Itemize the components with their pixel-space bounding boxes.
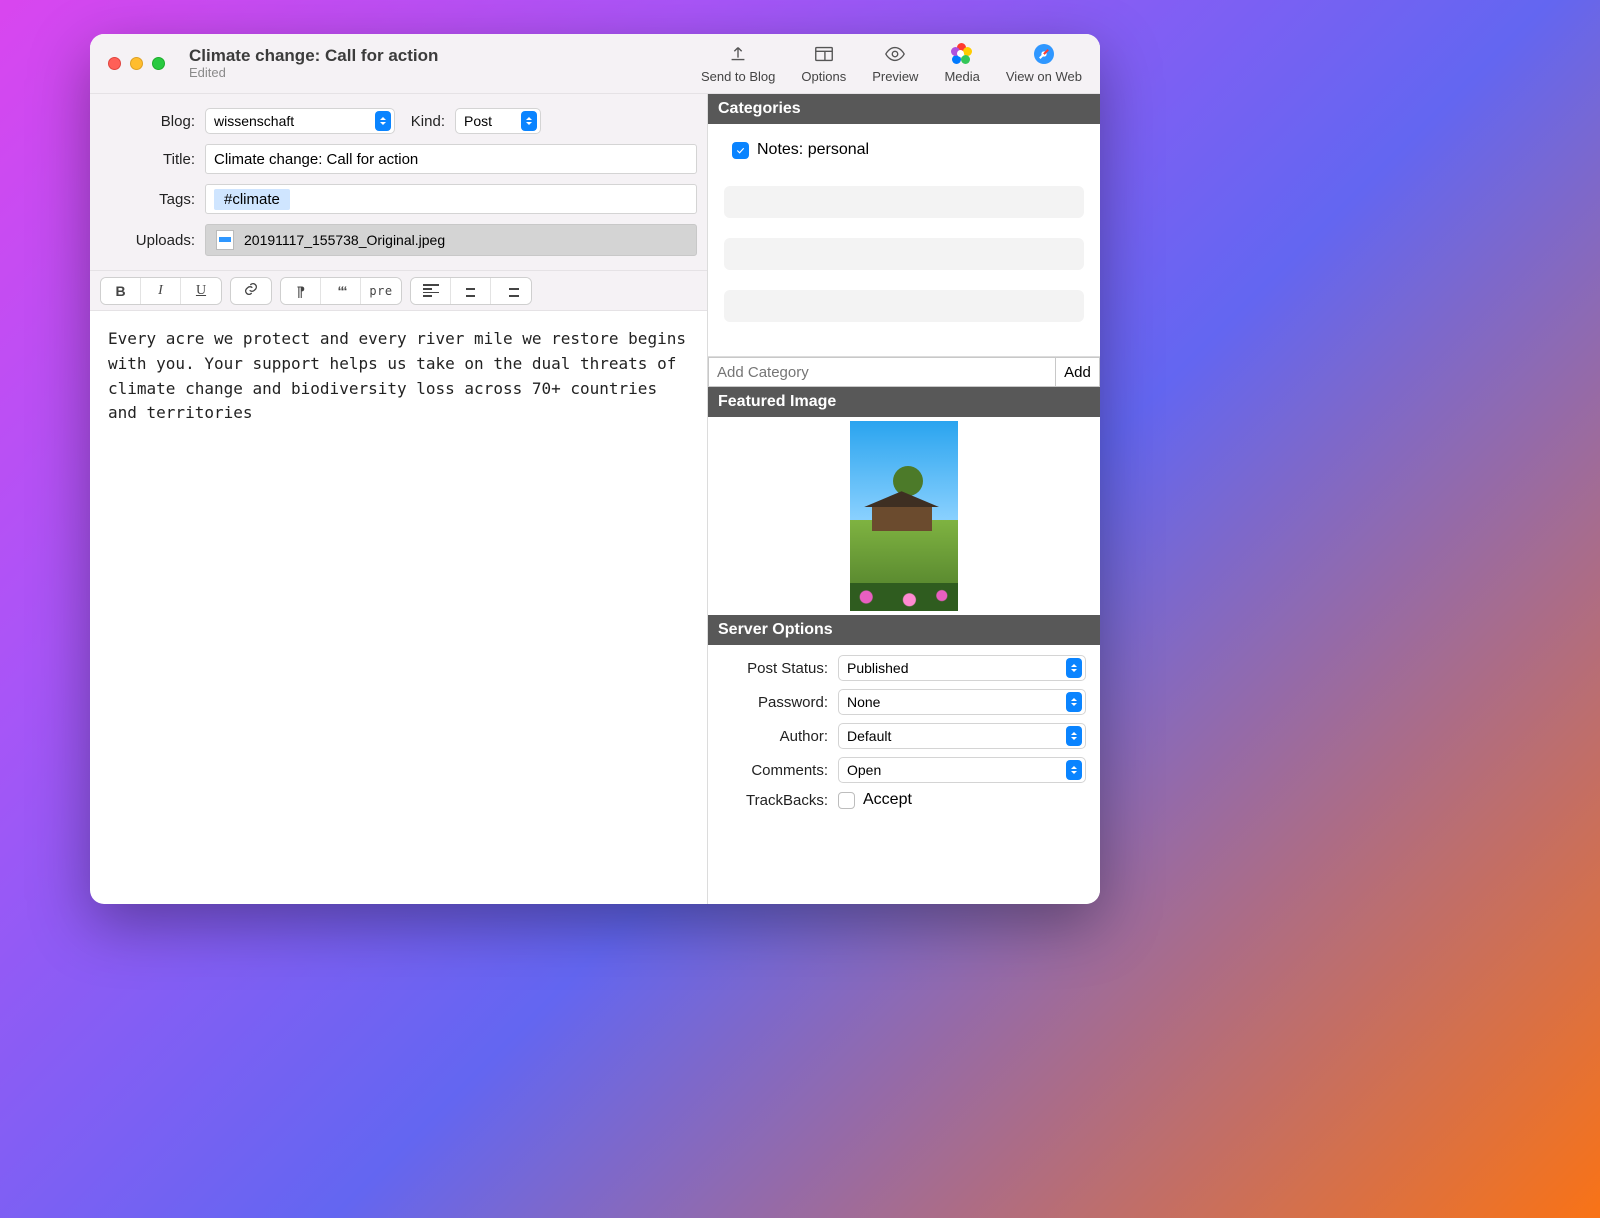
- uploads-label: Uploads:: [100, 232, 205, 249]
- kind-label: Kind:: [395, 113, 455, 130]
- quote-icon: [338, 283, 344, 299]
- author-select[interactable]: Default: [838, 723, 1086, 749]
- bold-button[interactable]: B: [101, 278, 141, 304]
- preview-button[interactable]: Preview: [872, 43, 918, 84]
- titlebar: Climate change: Call for action Edited S…: [90, 34, 1100, 94]
- flower-icon: [951, 43, 973, 65]
- server-options-form: Post Status: Published Password: None Au…: [708, 645, 1100, 823]
- trackbacks-value: Accept: [863, 791, 912, 809]
- window-subtitle: Edited: [189, 66, 438, 81]
- server-options-header: Server Options: [708, 615, 1100, 645]
- minimize-icon[interactable]: [130, 57, 143, 70]
- kind-select[interactable]: Post: [455, 108, 541, 134]
- safari-icon: [1034, 43, 1054, 65]
- paragraph-icon: ¶: [297, 283, 305, 299]
- title-input[interactable]: Climate change: Call for action: [205, 144, 697, 174]
- add-category-row: Add: [708, 356, 1100, 387]
- author-label: Author:: [722, 728, 838, 745]
- featured-image-area[interactable]: [708, 417, 1100, 615]
- post-meta-form: Blog: wissenschaft Kind: Post Title: Cli…: [90, 94, 707, 271]
- categories-list: Notes: personal: [708, 124, 1100, 356]
- view-on-web-button[interactable]: View on Web: [1006, 43, 1082, 84]
- post-status-label: Post Status:: [722, 660, 838, 677]
- toolbar-label: Options: [801, 69, 846, 84]
- chevron-updown-icon: [375, 111, 391, 131]
- upload-filename: 20191117_155738_Original.jpeg: [244, 232, 445, 248]
- upload-item[interactable]: 20191117_155738_Original.jpeg: [205, 224, 697, 256]
- paragraph-button[interactable]: ¶: [281, 278, 321, 304]
- panel-icon: [813, 43, 835, 65]
- maximize-icon[interactable]: [152, 57, 165, 70]
- media-button[interactable]: Media: [944, 43, 979, 84]
- category-item[interactable]: Notes: personal: [724, 134, 1084, 166]
- featured-image-header: Featured Image: [708, 387, 1100, 417]
- toolbar: Send to Blog Options Preview: [701, 43, 1082, 84]
- toolbar-label: View on Web: [1006, 69, 1082, 84]
- align-left-button[interactable]: [411, 278, 451, 304]
- category-placeholder: [724, 238, 1084, 270]
- category-placeholder: [724, 186, 1084, 218]
- add-category-input[interactable]: [708, 357, 1056, 387]
- toolbar-label: Media: [944, 69, 979, 84]
- tags-label: Tags:: [100, 191, 205, 208]
- blog-select-value: wissenschaft: [214, 113, 294, 129]
- align-center-icon: [463, 284, 479, 296]
- chevron-updown-icon: [1066, 658, 1082, 678]
- toolbar-label: Send to Blog: [701, 69, 775, 84]
- password-label: Password:: [722, 694, 838, 711]
- upload-icon: [727, 43, 749, 65]
- post-status-select[interactable]: Published: [838, 655, 1086, 681]
- align-right-icon: [503, 284, 519, 296]
- traffic-lights: [108, 57, 165, 70]
- link-icon: [243, 281, 259, 300]
- editor-body[interactable]: Every acre we protect and every river mi…: [90, 311, 707, 904]
- send-to-blog-button[interactable]: Send to Blog: [701, 43, 775, 84]
- options-button[interactable]: Options: [801, 43, 846, 84]
- eye-icon: [884, 43, 906, 65]
- app-window: Climate change: Call for action Edited S…: [90, 34, 1100, 904]
- category-label: Notes: personal: [757, 141, 869, 159]
- preformatted-button[interactable]: pre: [361, 278, 401, 304]
- chevron-updown-icon: [1066, 692, 1082, 712]
- featured-image-thumbnail: [850, 421, 958, 611]
- password-select[interactable]: None: [838, 689, 1086, 715]
- italic-button[interactable]: I: [141, 278, 181, 304]
- document-icon: [216, 230, 234, 250]
- trackbacks-label: TrackBacks:: [722, 792, 838, 809]
- tags-input[interactable]: #climate: [205, 184, 697, 214]
- align-left-icon: [423, 284, 439, 296]
- checkbox-checked-icon[interactable]: [732, 142, 749, 159]
- window-title-group: Climate change: Call for action Edited: [189, 46, 438, 80]
- blog-label: Blog:: [100, 113, 205, 130]
- tag-chip[interactable]: #climate: [214, 189, 290, 210]
- add-category-button[interactable]: Add: [1056, 357, 1100, 387]
- title-input-value: Climate change: Call for action: [214, 151, 418, 168]
- window-title: Climate change: Call for action: [189, 46, 438, 66]
- align-center-button[interactable]: [451, 278, 491, 304]
- underline-button[interactable]: U: [181, 278, 221, 304]
- chevron-updown-icon: [1066, 760, 1082, 780]
- trackbacks-checkbox[interactable]: [838, 792, 855, 809]
- comments-select[interactable]: Open: [838, 757, 1086, 783]
- title-label: Title:: [100, 151, 205, 168]
- kind-select-value: Post: [464, 113, 492, 129]
- link-button[interactable]: [231, 278, 271, 304]
- inspector-column: Categories Notes: personal Add Featured …: [708, 94, 1100, 904]
- blockquote-button[interactable]: [321, 278, 361, 304]
- pre-icon: pre: [369, 284, 392, 298]
- chevron-updown-icon: [1066, 726, 1082, 746]
- toolbar-label: Preview: [872, 69, 918, 84]
- close-icon[interactable]: [108, 57, 121, 70]
- comments-label: Comments:: [722, 762, 838, 779]
- category-placeholder: [724, 290, 1084, 322]
- align-right-button[interactable]: [491, 278, 531, 304]
- editor-column: Blog: wissenschaft Kind: Post Title: Cli…: [90, 94, 708, 904]
- categories-header: Categories: [708, 94, 1100, 124]
- blog-select[interactable]: wissenschaft: [205, 108, 395, 134]
- chevron-updown-icon: [521, 111, 537, 131]
- format-toolbar: B I U ¶ pre: [90, 271, 707, 311]
